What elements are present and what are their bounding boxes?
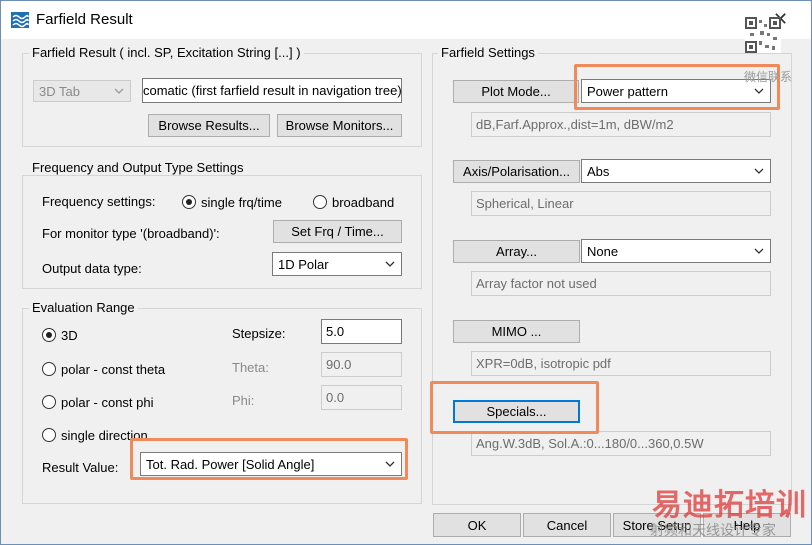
axis-polarisation-select[interactable]: Abs <box>581 159 771 183</box>
title-bar: Farfield Result ✕ <box>1 1 811 39</box>
radio-polar-theta[interactable] <box>42 362 56 376</box>
farfield-result-group-label: Farfield Result ( incl. SP, Excitation S… <box>29 45 304 60</box>
frequency-group-label: Frequency and Output Type Settings <box>29 160 247 175</box>
output-data-type-label: Output data type: <box>42 261 142 276</box>
broadband-radio[interactable] <box>313 195 327 209</box>
farfield-result-dialog: Farfield Result ✕ Farfield Result ( incl… <box>0 0 812 545</box>
result-value-select[interactable]: Tot. Rad. Power [Solid Angle] <box>140 452 402 476</box>
specials-button[interactable]: Specials... <box>453 400 580 423</box>
set-frq-time-button[interactable]: Set Frq / Time... <box>273 220 402 243</box>
chevron-down-icon <box>114 88 124 94</box>
polar-phi-label[interactable]: polar - const phi <box>61 395 154 410</box>
frequency-settings-label: Frequency settings: <box>42 194 156 209</box>
radio-3d[interactable] <box>42 328 56 342</box>
mimo-button[interactable]: MIMO ... <box>453 320 580 343</box>
single-direction-label[interactable]: single direction <box>61 428 148 443</box>
theta-input: 90.0 <box>321 352 402 377</box>
chevron-down-icon <box>754 248 764 254</box>
plot-mode-button[interactable]: Plot Mode... <box>453 80 579 103</box>
browse-results-button[interactable]: Browse Results... <box>148 114 270 137</box>
brand-tagline: 射频和天线设计专家 <box>650 523 776 539</box>
phi-label: Phi: <box>232 393 255 408</box>
chevron-down-icon <box>754 88 764 94</box>
chevron-down-icon <box>385 261 395 267</box>
app-icon <box>11 12 29 28</box>
qr-code-icon <box>745 17 781 53</box>
farfield-result-field[interactable]: comatic (first farfield result in naviga… <box>142 78 402 103</box>
array-info: Array factor not used <box>471 271 771 296</box>
farfield-settings-group-label: Farfield Settings <box>438 45 538 60</box>
axis-polarisation-button[interactable]: Axis/Polarisation... <box>453 160 580 183</box>
broadband-label[interactable]: broadband <box>332 195 394 210</box>
result-value-label: Result Value: <box>42 460 119 475</box>
monitor-type-label: For monitor type '(broadband)': <box>42 226 220 241</box>
array-button[interactable]: Array... <box>453 240 580 263</box>
polar-theta-label[interactable]: polar - const theta <box>61 362 165 377</box>
chevron-down-icon <box>385 461 395 467</box>
stepsize-input[interactable]: 5.0 <box>321 319 402 344</box>
single-frq-radio[interactable] <box>182 195 196 209</box>
chevron-down-icon <box>754 168 764 174</box>
window-title: Farfield Result <box>36 11 133 28</box>
brand-watermark: 易迪拓培训 <box>652 488 807 523</box>
array-select[interactable]: None <box>581 239 771 263</box>
plot-mode-info: dB,Farf.Approx.,dist=1m, dBW/m2 <box>471 112 771 137</box>
radio-single-direction[interactable] <box>42 428 56 442</box>
evaluation-group-label: Evaluation Range <box>29 300 138 315</box>
browse-monitors-button[interactable]: Browse Monitors... <box>277 114 402 137</box>
axis-info: Spherical, Linear <box>471 191 771 216</box>
mimo-info: XPR=0dB, isotropic pdf <box>471 351 771 376</box>
phi-input: 0.0 <box>321 385 402 410</box>
tab-select: 3D Tab <box>33 80 131 102</box>
plot-mode-select[interactable]: Power pattern <box>581 79 771 103</box>
theta-label: Theta: <box>232 360 269 375</box>
stepsize-label: Stepsize: <box>232 326 286 341</box>
radio-3d-label[interactable]: 3D <box>61 328 78 343</box>
specials-info: Ang.W.3dB, Sol.A.:0...180/0...360,0.5W <box>471 431 771 456</box>
output-data-type-select[interactable]: 1D Polar <box>272 252 402 276</box>
qr-caption: 微信联系 <box>744 70 793 84</box>
single-frq-label[interactable]: single frq/time <box>201 195 282 210</box>
radio-polar-phi[interactable] <box>42 395 56 409</box>
ok-button[interactable]: OK <box>433 513 521 537</box>
cancel-button[interactable]: Cancel <box>523 513 611 537</box>
